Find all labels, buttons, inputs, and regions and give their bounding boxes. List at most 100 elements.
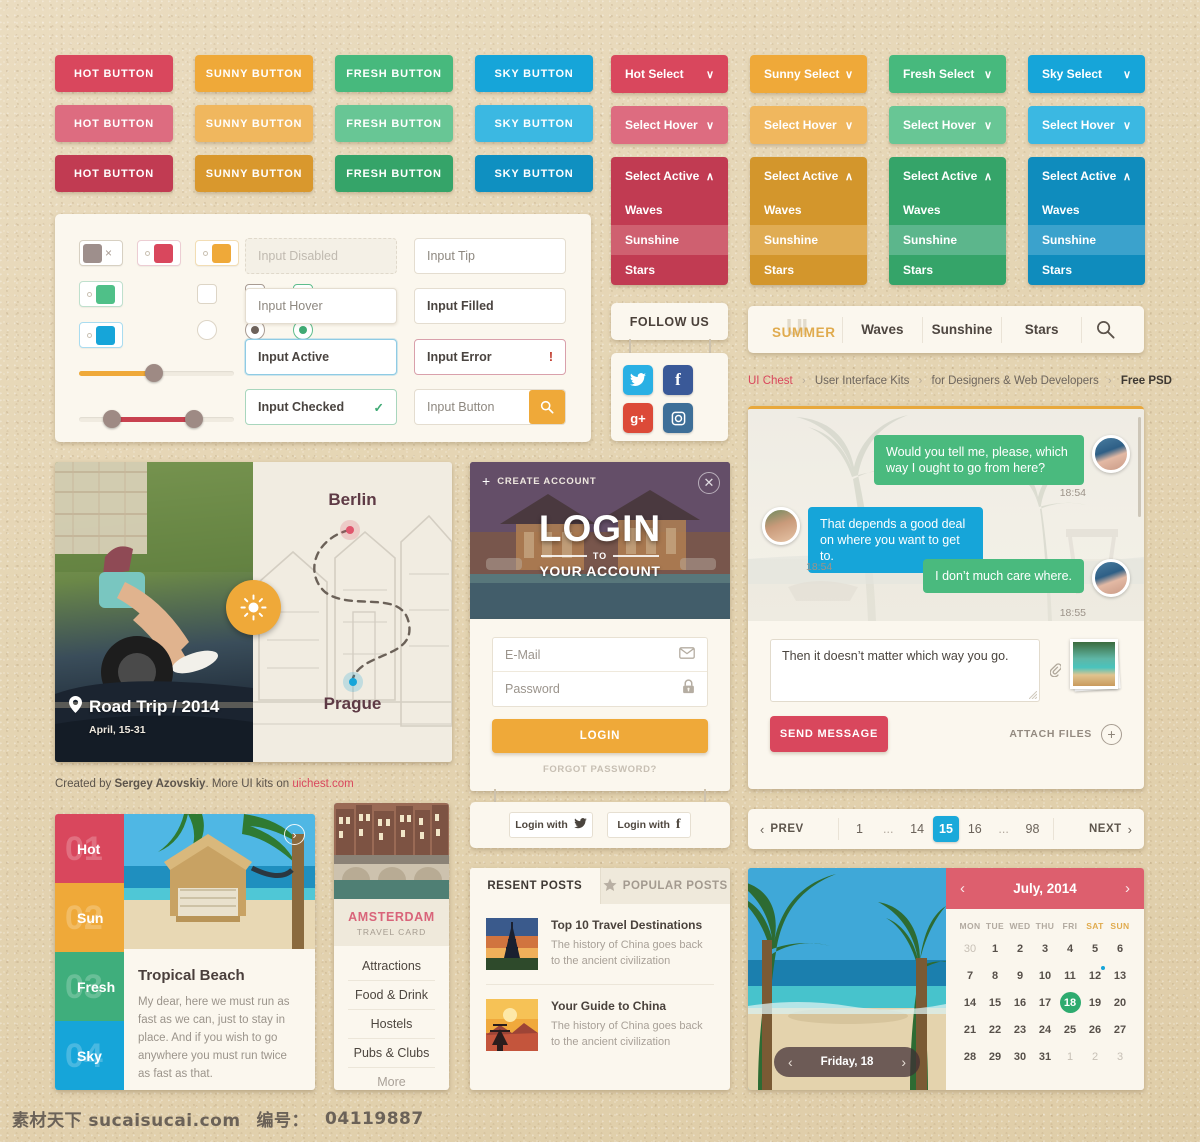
accordion-item-hot[interactable]: 01 Hot — [55, 814, 124, 883]
twitter-icon[interactable] — [623, 365, 653, 395]
nav-link-sunshine[interactable]: Sunshine — [932, 322, 993, 337]
search-icon[interactable] — [1082, 320, 1128, 339]
toggle-off[interactable]: × — [79, 240, 123, 266]
login-with-twitter-button[interactable]: Login with — [509, 812, 593, 838]
select-option[interactable]: Waves — [611, 195, 728, 225]
chevron-left-icon[interactable]: ‹ — [788, 1054, 793, 1070]
close-icon[interactable]: ✕ — [698, 472, 720, 494]
google-plus-icon[interactable]: g+ — [623, 403, 653, 433]
calendar-day[interactable]: 23 — [1008, 1016, 1033, 1043]
calendar-day[interactable]: 7 — [958, 962, 983, 989]
select-hot-open[interactable]: Select Active ∧ Waves Sunshine Stars — [611, 157, 728, 285]
sunny-button[interactable]: SUNNY BUTTON — [195, 55, 313, 92]
select-option[interactable]: Sunshine — [750, 225, 867, 255]
breadcrumb-item-1[interactable]: User Interface Kits — [815, 375, 910, 387]
nav-link-stars[interactable]: Stars — [1025, 322, 1059, 337]
page-current[interactable]: 15 — [932, 816, 959, 842]
search-icon[interactable] — [529, 390, 565, 424]
input-active[interactable]: Input Active — [245, 339, 397, 375]
sky-button-hover[interactable]: SKY BUTTON — [475, 105, 593, 142]
map-pin-prague[interactable] — [349, 678, 357, 686]
calendar-day[interactable]: 21 — [958, 1016, 983, 1043]
page-98[interactable]: 98 — [1019, 816, 1045, 842]
select-option[interactable]: Waves — [750, 195, 867, 225]
sunny-button-active[interactable]: SUNNY BUTTON — [195, 155, 313, 192]
slider-single[interactable] — [79, 364, 234, 382]
calendar-day[interactable]: 3 — [1108, 1043, 1133, 1070]
select-option[interactable]: Stars — [1028, 255, 1145, 285]
calendar-day[interactable]: 25 — [1058, 1016, 1083, 1043]
password-field[interactable]: Password — [493, 672, 707, 706]
select-fresh[interactable]: Fresh Select ∨ — [889, 55, 1006, 93]
credit-link[interactable]: uichest.com — [292, 778, 353, 790]
input-tip[interactable]: Input Tip — [414, 238, 566, 274]
calendar-day[interactable]: 24 — [1033, 1016, 1058, 1043]
input-error[interactable]: Input Error ! — [414, 339, 566, 375]
radio-unchecked[interactable] — [197, 320, 217, 340]
travel-card-item-pubs[interactable]: Pubs & Clubs — [348, 1039, 435, 1068]
hot-button-hover[interactable]: HOT BUTTON — [55, 105, 173, 142]
sky-button[interactable]: SKY BUTTON — [475, 55, 593, 92]
page-14[interactable]: 14 — [904, 816, 930, 842]
tab-popular-posts[interactable]: POPULAR POSTS — [599, 868, 730, 904]
select-option[interactable]: Sunshine — [1028, 225, 1145, 255]
select-option[interactable]: Sunshine — [611, 225, 728, 255]
select-sunny[interactable]: Sunny Select ∨ — [750, 55, 867, 93]
calendar-day[interactable]: 1 — [1058, 1043, 1083, 1070]
post-item[interactable]: Your Guide to China The history of China… — [486, 985, 714, 1051]
toggle-on-hot[interactable] — [137, 240, 181, 266]
fresh-button-hover[interactable]: FRESH BUTTON — [335, 105, 453, 142]
toggle-on-sky[interactable] — [79, 322, 123, 348]
calendar-day[interactable]: 26 — [1083, 1016, 1108, 1043]
pagination-prev[interactable]: ‹ PREV — [760, 822, 838, 837]
calendar-day-selected[interactable]: 18 — [1058, 989, 1083, 1016]
select-hot[interactable]: Hot Select ∨ — [611, 55, 728, 93]
travel-card-item-hostels[interactable]: Hostels — [348, 1010, 435, 1039]
input-hover[interactable]: Input Hover — [245, 288, 397, 324]
instagram-icon[interactable] — [663, 403, 693, 433]
calendar-day[interactable]: 27 — [1108, 1016, 1133, 1043]
hot-button-active[interactable]: HOT BUTTON — [55, 155, 173, 192]
select-sunny-hover[interactable]: Select Hover ∨ — [750, 106, 867, 144]
sunny-button-hover[interactable]: SUNNY BUTTON — [195, 105, 313, 142]
calendar-day[interactable]: 9 — [1008, 962, 1033, 989]
calendar-day[interactable]: 29 — [983, 1043, 1008, 1070]
select-sky[interactable]: Sky Select ∨ — [1028, 55, 1145, 93]
select-option[interactable]: Stars — [611, 255, 728, 285]
select-option[interactable]: Waves — [889, 195, 1006, 225]
calendar-day-with-event[interactable]: 12 — [1083, 962, 1108, 989]
calendar-day[interactable]: 14 — [958, 989, 983, 1016]
calendar-day[interactable]: 13 — [1108, 962, 1133, 989]
plus-icon[interactable]: + — [1101, 723, 1122, 745]
page-1[interactable]: 1 — [846, 816, 872, 842]
calendar-day[interactable]: 1 — [983, 935, 1008, 962]
travel-card-item-food[interactable]: Food & Drink — [348, 981, 435, 1010]
map-pin-berlin[interactable] — [346, 526, 354, 534]
select-option[interactable]: Stars — [750, 255, 867, 285]
calendar-day[interactable]: 17 — [1033, 989, 1058, 1016]
calendar-day[interactable]: 16 — [1008, 989, 1033, 1016]
calendar-day[interactable]: 2 — [1008, 935, 1033, 962]
pagination-next[interactable]: NEXT › — [1054, 822, 1132, 837]
accordion-next-button[interactable]: › — [284, 824, 305, 845]
email-field[interactable]: E-Mail — [493, 638, 707, 672]
date-slider[interactable]: ‹ Friday, 18 › — [774, 1047, 920, 1077]
facebook-icon[interactable]: f — [663, 365, 693, 395]
sun-icon[interactable] — [226, 580, 281, 635]
accordion-item-fresh[interactable]: 03 Fresh — [55, 952, 124, 1021]
calendar-day[interactable]: 20 — [1108, 989, 1133, 1016]
accordion-item-sky[interactable]: 04 Sky — [55, 1021, 124, 1090]
paperclip-icon[interactable] — [1048, 639, 1062, 677]
breadcrumb-item-0[interactable]: UI Chest — [748, 375, 793, 387]
avatar[interactable] — [762, 507, 800, 545]
fresh-button-active[interactable]: FRESH BUTTON — [335, 155, 453, 192]
fresh-button[interactable]: FRESH BUTTON — [335, 55, 453, 92]
checkbox-unchecked[interactable] — [197, 284, 217, 304]
select-option[interactable]: Waves — [1028, 195, 1145, 225]
travel-card-item-more[interactable]: More — [348, 1068, 435, 1090]
calendar-day[interactable]: 31 — [1033, 1043, 1058, 1070]
chevron-right-icon[interactable]: › — [1125, 880, 1130, 897]
calendar-day[interactable]: 8 — [983, 962, 1008, 989]
login-submit-button[interactable]: LOGIN — [492, 719, 708, 753]
calendar-day[interactable]: 15 — [983, 989, 1008, 1016]
